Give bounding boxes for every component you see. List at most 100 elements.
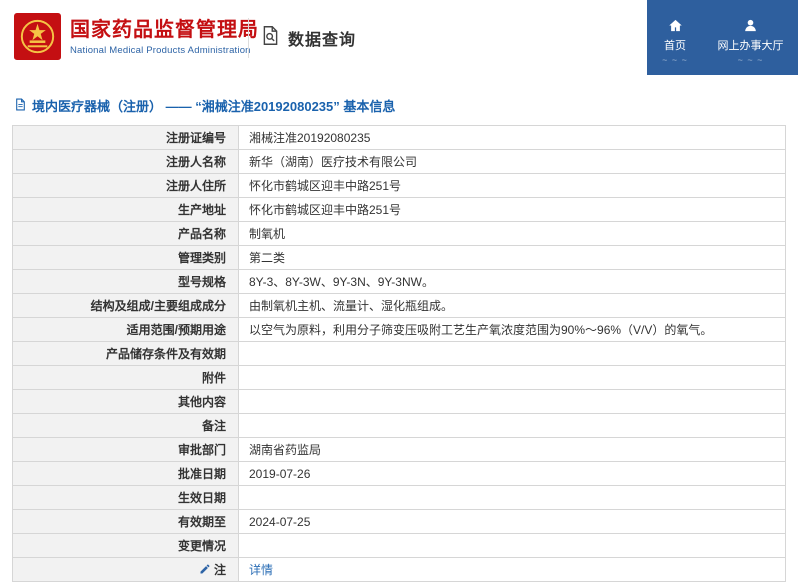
table-row: 注册人名称 新华（湖南）医疗技术有限公司 bbox=[12, 149, 786, 174]
field-value-cell: 新华（湖南）医疗技术有限公司 bbox=[238, 149, 786, 174]
field-label: 其他内容 bbox=[177, 395, 226, 409]
field-value-cell: 制氧机 bbox=[238, 221, 786, 246]
field-label-cell: 结构及组成/主要组成成分 bbox=[12, 293, 239, 318]
field-label-cell: 管理类别 bbox=[12, 245, 239, 270]
field-value-cell bbox=[238, 533, 786, 558]
table-row: 生产地址 怀化市鹤城区迎丰中路251号 bbox=[12, 197, 786, 222]
field-label-cell: 注册人住所 bbox=[12, 173, 239, 198]
person-icon bbox=[743, 18, 758, 34]
edit-icon bbox=[199, 563, 211, 578]
table-row: 批准日期 2019-07-26 bbox=[12, 461, 786, 486]
field-value: 怀化市鹤城区迎丰中路251号 bbox=[249, 179, 402, 193]
table-row: 备注 bbox=[12, 413, 786, 438]
field-value-cell bbox=[238, 341, 786, 366]
table-row: 型号规格 8Y-3、8Y-3W、9Y-3N、9Y-3NW。 bbox=[12, 269, 786, 294]
page-title: 境内医疗器械（注册） —— “湘械注准20192080235” 基本信息 bbox=[14, 96, 798, 115]
table-row: 附件 bbox=[12, 365, 786, 390]
field-value: 2024-07-25 bbox=[249, 514, 311, 529]
field-value: 第二类 bbox=[249, 251, 286, 265]
field-label: 附件 bbox=[201, 371, 226, 385]
table-row: 结构及组成/主要组成成分 由制氧机主机、流量计、湿化瓶组成。 bbox=[12, 293, 786, 318]
field-label-cell: 注册人名称 bbox=[12, 149, 239, 174]
field-value: 怀化市鹤城区迎丰中路251号 bbox=[249, 203, 402, 217]
field-label-cell: 批准日期 bbox=[12, 461, 239, 486]
table-row: 变更情况 bbox=[12, 533, 786, 558]
field-value: 湖南省药监局 bbox=[249, 443, 322, 457]
field-value-cell: 由制氧机主机、流量计、湿化瓶组成。 bbox=[238, 293, 786, 318]
table-row: 产品名称 制氧机 bbox=[12, 221, 786, 246]
field-label: 型号规格 bbox=[177, 275, 226, 289]
field-value: 新华（湖南）医疗技术有限公司 bbox=[249, 155, 418, 169]
field-label: 生产地址 bbox=[177, 203, 226, 217]
field-label-cell: 审批部门 bbox=[12, 437, 239, 462]
table-row: 注册证编号 湘械注准20192080235 bbox=[12, 125, 786, 150]
national-emblem-icon bbox=[14, 13, 61, 60]
field-value-cell: 以空气为原料，利用分子筛变压吸附工艺生产氧浓度范围为90%～96%（V/V）的氧… bbox=[238, 317, 786, 342]
field-value-cell: 第二类 bbox=[238, 245, 786, 270]
field-label: 备注 bbox=[201, 419, 226, 433]
field-value: 以空气为原料，利用分子筛变压吸附工艺生产氧浓度范围为90%～96%（V/V）的氧… bbox=[249, 323, 713, 337]
table-row: 注册人住所 怀化市鹤城区迎丰中路251号 bbox=[12, 173, 786, 198]
field-value-cell: 湘械注准20192080235 bbox=[238, 125, 786, 150]
nav-home[interactable]: 首页 bbox=[647, 0, 703, 75]
field-label-cell: 适用范围/预期用途 bbox=[12, 317, 239, 342]
field-value-cell bbox=[238, 485, 786, 510]
data-query-title: 数据查询 bbox=[288, 31, 357, 49]
field-value-cell bbox=[238, 389, 786, 414]
nav-service-hall[interactable]: 网上办事大厅 bbox=[703, 0, 798, 75]
field-value-cell: 8Y-3、8Y-3W、9Y-3N、9Y-3NW。 bbox=[238, 269, 786, 294]
field-value-cell bbox=[238, 365, 786, 390]
field-value: 8Y-3、8Y-3W、9Y-3N、9Y-3NW。 bbox=[249, 275, 434, 289]
field-value: 湘械注准20192080235 bbox=[249, 131, 371, 145]
field-label: 注册人名称 bbox=[165, 155, 226, 169]
table-row: 产品储存条件及有效期 bbox=[12, 341, 786, 366]
detail-link[interactable]: 详情 bbox=[249, 563, 273, 577]
table-row: 其他内容 bbox=[12, 389, 786, 414]
field-label: 结构及组成/主要组成成分 bbox=[90, 299, 226, 313]
site-header: 国家药品监督管理局 National Medical Products Admi… bbox=[0, 0, 798, 75]
home-icon bbox=[668, 18, 683, 34]
field-value-cell: 2024-07-25 bbox=[238, 509, 786, 534]
table-row: 管理类别 第二类 bbox=[12, 245, 786, 270]
field-label: 产品名称 bbox=[177, 227, 226, 241]
field-label: 适用范围/预期用途 bbox=[126, 323, 226, 337]
field-label-cell: 其他内容 bbox=[12, 389, 239, 414]
table-row: 审批部门 湖南省药监局 bbox=[12, 437, 786, 462]
brand-text: 国家药品监督管理局 National Medical Products Admi… bbox=[70, 18, 259, 56]
field-label: 产品储存条件及有效期 bbox=[105, 347, 226, 361]
field-value: 由制氧机主机、流量计、湿化瓶组成。 bbox=[249, 299, 454, 313]
field-value-cell: 怀化市鹤城区迎丰中路251号 bbox=[238, 173, 786, 198]
brand-logo-link[interactable]: 国家药品监督管理局 National Medical Products Admi… bbox=[14, 13, 259, 60]
top-nav: 首页 网上办事大厅 bbox=[647, 0, 798, 75]
field-label-cell: 产品储存条件及有效期 bbox=[12, 341, 239, 366]
field-label: 生效日期 bbox=[177, 491, 226, 505]
field-value-cell bbox=[238, 413, 786, 438]
field-label: 注册人住所 bbox=[165, 179, 226, 193]
field-label: 变更情况 bbox=[177, 539, 226, 553]
table-row: 适用范围/预期用途 以空气为原料，利用分子筛变压吸附工艺生产氧浓度范围为90%～… bbox=[12, 317, 786, 342]
field-label-cell: 变更情况 bbox=[12, 533, 239, 558]
table-row: 生效日期 bbox=[12, 485, 786, 510]
field-label-cell: 生效日期 bbox=[12, 485, 239, 510]
field-value: 制氧机 bbox=[249, 227, 286, 241]
document-icon bbox=[14, 98, 27, 114]
field-label-cell: 产品名称 bbox=[12, 221, 239, 246]
field-label: 有效期至 bbox=[177, 515, 226, 529]
header-divider bbox=[248, 18, 249, 58]
field-label-cell: 有效期至 bbox=[12, 509, 239, 534]
field-value-cell: 湖南省药监局 bbox=[238, 437, 786, 462]
field-label: 注册证编号 bbox=[165, 131, 226, 145]
data-query-section: 数据查询 bbox=[260, 25, 356, 51]
field-label: 注 bbox=[213, 563, 226, 577]
field-label: 审批部门 bbox=[177, 443, 226, 457]
document-search-icon bbox=[260, 25, 281, 51]
field-label: 批准日期 bbox=[177, 467, 226, 481]
field-label-cell: 备注 bbox=[12, 413, 239, 438]
field-value-cell: 怀化市鹤城区迎丰中路251号 bbox=[238, 197, 786, 222]
field-label-cell: 型号规格 bbox=[12, 269, 239, 294]
field-value: 2019-07-26 bbox=[249, 466, 311, 481]
page-title-text: 境内医疗器械（注册） —— “湘械注准20192080235” 基本信息 bbox=[32, 99, 396, 114]
table-row: 有效期至 2024-07-25 bbox=[12, 509, 786, 534]
field-label: 管理类别 bbox=[177, 251, 226, 265]
org-name-cn: 国家药品监督管理局 bbox=[70, 18, 259, 41]
